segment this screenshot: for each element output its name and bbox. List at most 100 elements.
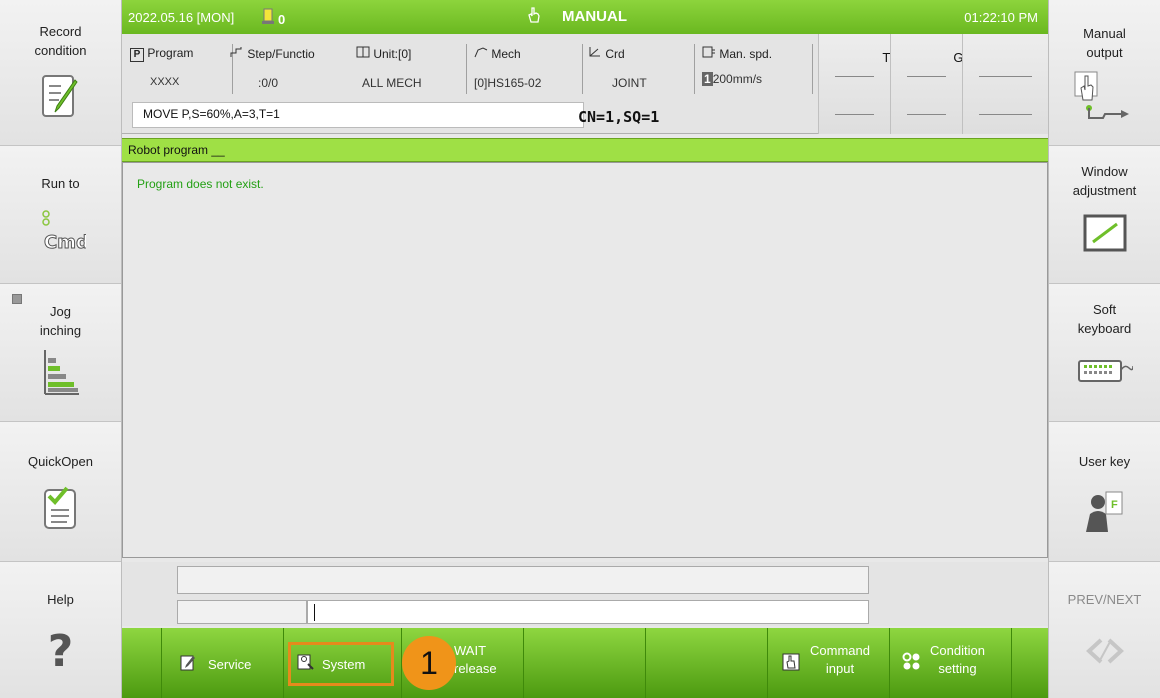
program-message: Program does not exist.: [137, 177, 264, 191]
window-adjustment-icon: [1083, 214, 1127, 257]
command-line-display: MOVE P,S=60%,A=3,T=1: [132, 102, 584, 128]
quickopen-label: QuickOpen: [27, 454, 94, 469]
manual-output-button[interactable]: Manual output: [1049, 0, 1160, 146]
soft-keyboard-button[interactable]: Soft keyboard: [1049, 284, 1160, 422]
crd-header: Crd: [588, 46, 625, 61]
fkey-blank-1[interactable]: [122, 628, 162, 698]
divider: [979, 76, 1032, 77]
condition-setting-button[interactable]: Condition setting: [890, 628, 1012, 698]
empty-indicator[interactable]: [962, 34, 1048, 134]
input-prefix-field: [177, 600, 307, 624]
help-button[interactable]: Help ?: [0, 562, 121, 698]
mech-label: Mech: [491, 47, 521, 61]
fkey-blank-3[interactable]: [646, 628, 768, 698]
screen: Record condition Run to Cmd Jog inching …: [0, 0, 1160, 698]
step-icon: [230, 47, 242, 57]
help-label: Help: [47, 592, 74, 607]
user-key-button[interactable]: User key F: [1049, 422, 1160, 562]
quickopen-icon: [41, 484, 81, 537]
jog-indicator: [12, 294, 22, 304]
unit-icon: [356, 46, 370, 58]
speed-header: Man. spd.: [702, 46, 772, 61]
unit-header: Unit:[0]: [356, 46, 411, 61]
input-area: [122, 562, 1048, 626]
mech-value: [0]HS165-02: [474, 76, 542, 90]
quickopen-button[interactable]: QuickOpen: [0, 422, 121, 562]
service-icon: [180, 654, 196, 675]
command-input-icon: [782, 652, 800, 675]
status-info-panel: P Program XXXX Step/Functio :0/0 Unit:[0…: [122, 34, 1048, 134]
left-side-panel: Record condition Run to Cmd Jog inching …: [0, 0, 122, 698]
tool-indicator[interactable]: T1: [818, 34, 898, 134]
window-adjustment-label: Window adjustment: [1072, 164, 1137, 198]
divider: [835, 114, 874, 115]
user-key-icon-text: F: [1111, 499, 1118, 511]
user-key-icon: F: [1084, 488, 1126, 539]
divider: [582, 44, 583, 94]
program-window[interactable]: Program does not exist.: [122, 162, 1048, 558]
divider: [907, 114, 946, 115]
crd-cell[interactable]: Crd JOINT: [588, 40, 694, 100]
service-label: Service: [208, 657, 252, 672]
group-indicator[interactable]: G1: [890, 34, 971, 134]
soft-keyboard-icon: [1077, 358, 1134, 389]
crd-label: Crd: [605, 47, 625, 61]
unit-label: Unit:[0]: [373, 47, 412, 61]
divider: [694, 44, 695, 94]
unit-value: ALL MECH: [362, 76, 422, 90]
condition-setting-label: Condition setting: [930, 643, 985, 676]
fkey-blank-2[interactable]: [524, 628, 646, 698]
command-input-button[interactable]: Command input: [768, 628, 890, 698]
command-input-field[interactable]: [307, 600, 869, 624]
mech-cell[interactable]: Mech [0]HS165-02: [474, 40, 582, 100]
soft-keyboard-label: Soft keyboard: [1077, 302, 1132, 336]
service-button[interactable]: Service: [162, 628, 284, 698]
condition-setting-icon: [902, 652, 922, 675]
crd-value: JOINT: [612, 76, 647, 90]
right-side-panel: Manual output Window adjustment Soft key…: [1048, 0, 1160, 698]
mech-icon: [474, 47, 488, 58]
battery-indicator: 0: [262, 6, 292, 27]
cmd-icon: Cmd: [36, 208, 89, 258]
title-bar: 2022.05.16 [MON] 0 MANUAL 01:22:10 PM: [122, 0, 1048, 34]
divider: [979, 114, 1032, 115]
cmd-icon-text: Cmd: [44, 232, 86, 253]
clock-display: 01:22:10 PM: [964, 10, 1038, 25]
hand-icon: [526, 6, 542, 24]
speed-level: 1: [702, 72, 713, 86]
record-condition-label: Record condition: [34, 24, 87, 58]
run-to-button[interactable]: Run to Cmd: [0, 146, 121, 284]
run-to-label: Run to: [41, 176, 80, 191]
jog-inching-icon: [41, 348, 81, 403]
date-display: 2022.05.16 [MON]: [128, 10, 235, 25]
program-window-title: Robot program __: [122, 138, 1048, 162]
function-key-bar: Service System WAIT release 1 Command in…: [122, 628, 1048, 698]
unit-cell[interactable]: Unit:[0] ALL MECH: [356, 40, 466, 100]
program-cell[interactable]: P Program XXXX: [130, 40, 236, 100]
speed-value-group: 1 200mm/s: [702, 72, 762, 86]
fkey-blank-4[interactable]: [1012, 628, 1048, 698]
record-condition-icon: [39, 72, 83, 127]
jog-inching-button[interactable]: Jog inching: [0, 284, 121, 422]
window-adjustment-button[interactable]: Window adjustment: [1049, 146, 1160, 284]
user-key-label: User key: [1078, 454, 1131, 469]
manual-output-icon: [1073, 70, 1137, 131]
speed-cell[interactable]: Man. spd. 1 200mm/s: [702, 40, 812, 100]
wait-release-label: WAIT release: [454, 643, 497, 676]
help-icon: ?: [47, 626, 74, 677]
step-value: :0/0: [258, 76, 279, 90]
step-number-badge: 1: [402, 636, 456, 690]
text-caret: [314, 604, 315, 621]
speed-label: Man. spd.: [719, 47, 773, 61]
divider: [812, 44, 813, 94]
prev-next-icon: [1085, 636, 1125, 671]
record-condition-button[interactable]: Record condition: [0, 0, 121, 146]
prev-next-button[interactable]: PREV/NEXT: [1049, 562, 1160, 698]
divider: [466, 44, 467, 94]
speed-icon: [702, 46, 715, 58]
step-header: Step/Functio: [230, 46, 315, 61]
speed-value: 200mm/s: [712, 72, 763, 86]
command-input-label: Command input: [810, 643, 870, 676]
program-icon: P: [130, 48, 144, 62]
step-cell[interactable]: Step/Functio :0/0: [228, 40, 356, 100]
